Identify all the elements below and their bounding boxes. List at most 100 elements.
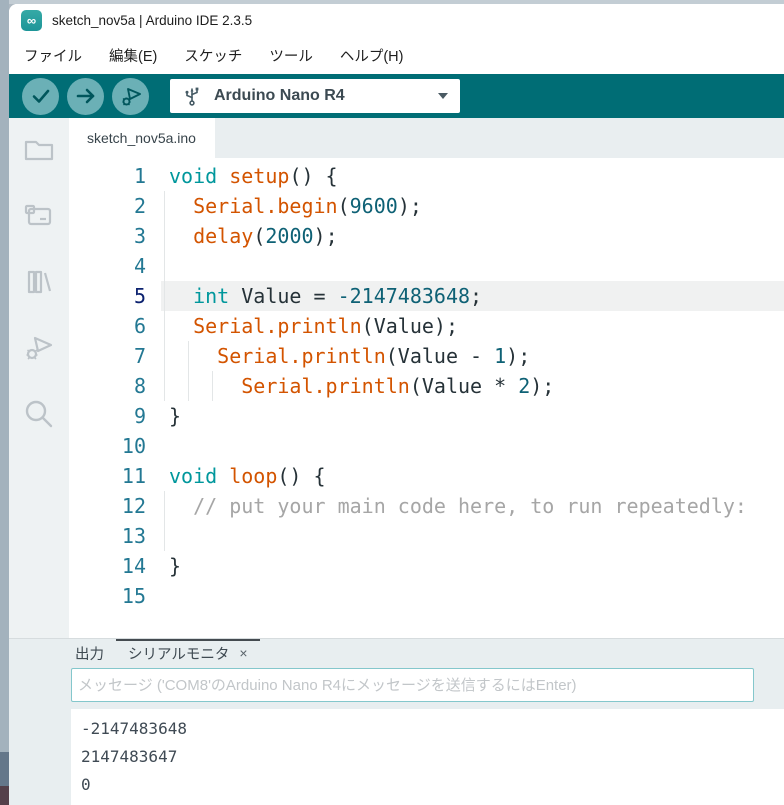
indent-guide: [188, 371, 189, 401]
arduino-logo-icon: ∞: [21, 10, 42, 31]
code-line-5[interactable]: 5 int Value = -2147483648;: [69, 281, 784, 311]
selected-board-label: Arduino Nano R4: [214, 87, 345, 105]
panel-tab-label: シリアルモニタ: [128, 643, 229, 664]
code-content: // put your main code here, to run repea…: [161, 491, 784, 521]
check-icon: [30, 85, 52, 107]
indent-guide: [164, 341, 165, 371]
line-number: 12: [69, 491, 161, 521]
line-number: 15: [69, 581, 161, 611]
close-icon[interactable]: ×: [239, 645, 247, 661]
code-line-2[interactable]: 2 Serial.begin(9600);: [69, 191, 784, 221]
debug-button[interactable]: [112, 78, 149, 115]
line-number: 4: [69, 251, 161, 281]
indent-guide: [164, 281, 165, 311]
code-line-14[interactable]: 14}: [69, 551, 784, 581]
search-icon: [21, 396, 57, 432]
code-line-9[interactable]: 9}: [69, 401, 784, 431]
serial-output-line: -2147483648: [81, 715, 774, 743]
arduino-ide-window: ∞ sketch_nov5a | Arduino IDE 2.3.5 ファイル編…: [9, 4, 784, 805]
code-content: Serial.println(Value - 1);: [161, 341, 784, 371]
code-line-11[interactable]: 11void loop() {: [69, 461, 784, 491]
code-line-6[interactable]: 6 Serial.println(Value);: [69, 311, 784, 341]
serial-monitor-output[interactable]: -214748364821474836470: [71, 709, 784, 805]
indent-guide: [164, 521, 165, 551]
code-content: }: [161, 401, 784, 431]
code-content: Serial.println(Value * 2);: [161, 371, 784, 401]
menu-item-4[interactable]: ヘルプ(H): [331, 41, 413, 70]
code-content: [161, 251, 784, 281]
indent-guide: [164, 221, 165, 251]
line-number: 3: [69, 221, 161, 251]
code-content: void setup() {: [161, 161, 784, 191]
code-line-3[interactable]: 3 delay(2000);: [69, 221, 784, 251]
code-content: [161, 581, 784, 611]
sidebar-item-library-manager[interactable]: [20, 263, 58, 301]
board-selector[interactable]: Arduino Nano R4: [170, 79, 460, 113]
usb-icon: [182, 85, 202, 107]
sketchbook-folder-icon: [21, 132, 57, 168]
menu-item-2[interactable]: スケッチ: [175, 41, 251, 70]
panel-tab-bar: 出力 シリアルモニタ ×: [9, 639, 784, 665]
code-line-13[interactable]: 13: [69, 521, 784, 551]
line-number: 14: [69, 551, 161, 581]
boards-manager-icon: [21, 198, 57, 234]
menu-item-0[interactable]: ファイル: [15, 41, 91, 70]
toolbar: Arduino Nano R4: [9, 74, 784, 118]
menu-item-1[interactable]: 編集(E): [100, 41, 166, 70]
panel-tab-output[interactable]: 出力: [63, 639, 116, 665]
indent-guide: [212, 371, 213, 401]
arrow-right-icon: [75, 85, 97, 107]
line-number: 8: [69, 371, 161, 401]
code-content: int Value = -2147483648;: [161, 281, 784, 311]
sidebar-item-sketchbook[interactable]: [20, 131, 58, 169]
sidebar-item-search[interactable]: [20, 395, 58, 433]
upload-button[interactable]: [67, 78, 104, 115]
panel-tab-serial-monitor[interactable]: シリアルモニタ ×: [116, 639, 260, 665]
line-number: 10: [69, 431, 161, 461]
code-content: Serial.println(Value);: [161, 311, 784, 341]
editor-tab-bar: sketch_nov5a.ino: [69, 118, 784, 158]
code-content: delay(2000);: [161, 221, 784, 251]
menu-item-3[interactable]: ツール: [260, 41, 322, 70]
menu-bar: ファイル編集(E) スケッチツールヘルプ(H): [9, 36, 784, 74]
code-content: void loop() {: [161, 461, 784, 491]
code-line-10[interactable]: 10: [69, 431, 784, 461]
verify-button[interactable]: [22, 78, 59, 115]
code-line-4[interactable]: 4: [69, 251, 784, 281]
tab-sketch-nov5a-ino[interactable]: sketch_nov5a.ino: [69, 118, 215, 158]
bottom-panel: 出力 シリアルモニタ × -214748364821474836470: [9, 638, 784, 805]
desktop-left-edge: [0, 0, 9, 805]
line-number: 2: [69, 191, 161, 221]
indent-guide: [164, 251, 165, 281]
code-line-1[interactable]: 1void setup() {: [69, 161, 784, 191]
indent-guide: [164, 311, 165, 341]
indent-guide: [164, 371, 165, 401]
indent-guide: [164, 491, 165, 521]
indent-guide: [188, 341, 189, 371]
serial-output-line: 0: [81, 771, 774, 799]
line-number: 9: [69, 401, 161, 431]
debug-icon: [21, 330, 57, 366]
sidebar-item-boards-manager[interactable]: [20, 197, 58, 235]
serial-output-line: 2147483647: [81, 743, 774, 771]
code-line-7[interactable]: 7 Serial.println(Value - 1);: [69, 341, 784, 371]
line-number: 6: [69, 311, 161, 341]
title-bar[interactable]: ∞ sketch_nov5a | Arduino IDE 2.3.5: [9, 4, 784, 36]
code-line-12[interactable]: 12 // put your main code here, to run re…: [69, 491, 784, 521]
activity-sidebar: [9, 118, 69, 638]
window-title: sketch_nov5a | Arduino IDE 2.3.5: [52, 13, 252, 28]
line-number: 1: [69, 161, 161, 191]
library-manager-icon: [21, 264, 57, 300]
chevron-down-icon: [438, 93, 448, 99]
line-number: 5: [69, 281, 161, 311]
serial-monitor-input[interactable]: [71, 668, 754, 702]
indent-guide: [164, 191, 165, 221]
code-content: Serial.begin(9600);: [161, 191, 784, 221]
sidebar-item-debug[interactable]: [20, 329, 58, 367]
code-line-8[interactable]: 8 Serial.println(Value * 2);: [69, 371, 784, 401]
line-number: 13: [69, 521, 161, 551]
panel-tab-label: 出力: [75, 643, 104, 664]
code-editor[interactable]: 1void setup() {2 Serial.begin(9600);3 de…: [69, 158, 784, 638]
code-line-15[interactable]: 15: [69, 581, 784, 611]
line-number: 7: [69, 341, 161, 371]
